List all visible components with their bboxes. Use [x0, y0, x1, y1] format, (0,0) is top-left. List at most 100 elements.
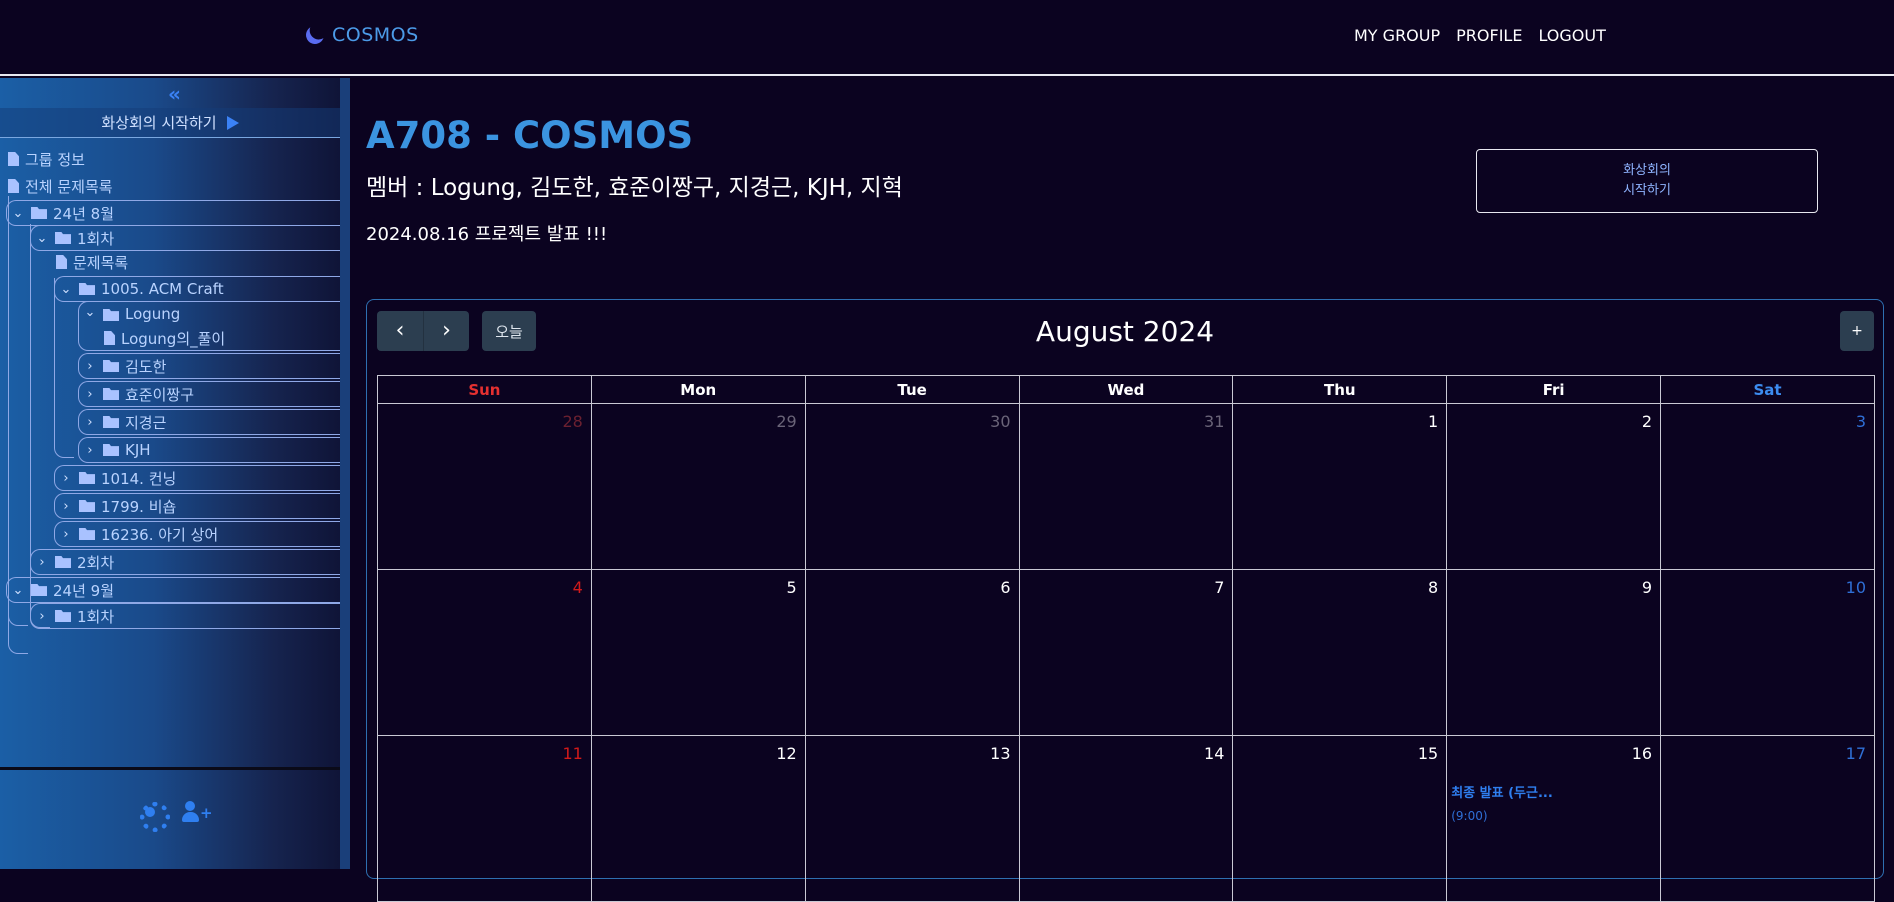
day-number: 3 — [1855, 412, 1866, 431]
start-video-call-label: 화상회의 시작하기 — [101, 114, 217, 132]
calendar-day[interactable]: 5 — [590, 569, 806, 736]
day-number: 31 — [1204, 412, 1225, 431]
start-video-call-button[interactable]: 화상회의 시작하기 — [1476, 149, 1818, 213]
event-time: (9:00) — [1451, 809, 1488, 823]
nav-menu: MY GROUP PROFILE LOGOUT — [1354, 26, 1606, 45]
calendar-day[interactable]: 2 — [1446, 403, 1662, 570]
day-number: 16 — [1631, 744, 1653, 763]
day-number: 7 — [1214, 578, 1225, 597]
calendar-day[interactable]: 11 — [377, 735, 592, 902]
moon-logo-icon — [303, 23, 326, 46]
logo[interactable]: COSMOS — [306, 24, 419, 46]
sidebar-folder-sep[interactable]: ⌄ 24년 9월 — [6, 577, 340, 603]
calendar-day[interactable]: 1 — [1232, 403, 1448, 570]
day-number: 30 — [990, 412, 1011, 431]
calendar-day[interactable]: 30 — [804, 403, 1020, 570]
calendar-day[interactable]: 4 — [377, 569, 592, 736]
sidebar-folder-16236[interactable]: › 16236. 아기 상어 — [54, 521, 340, 547]
sidebar-item-problem-list[interactable]: 문제목록 — [56, 249, 128, 275]
chevron-right-icon: › — [63, 470, 69, 486]
folder-icon — [103, 416, 119, 428]
calendar-day[interactable]: 31 — [1018, 403, 1234, 570]
day-number: 29 — [776, 412, 797, 431]
day-number: 14 — [1204, 744, 1225, 763]
sidebar-edge — [340, 78, 350, 869]
sidebar-folder-round2[interactable]: › 2회차 — [30, 549, 340, 575]
sidebar-folder-sep-round1[interactable]: › 1회차 — [30, 603, 340, 629]
sidebar-folder-1014[interactable]: › 1014. 컨닝 — [54, 465, 340, 491]
calendar-day[interactable]: 13 — [804, 735, 1020, 902]
play-icon — [226, 115, 239, 130]
folder-icon — [55, 610, 71, 622]
sidebar-folder-1799[interactable]: › 1799. 비숍 — [54, 493, 340, 519]
sidebar-start-video-call[interactable]: 화상회의 시작하기 — [0, 108, 340, 138]
chevron-right-icon: › — [87, 442, 93, 458]
calendar-day[interactable]: 9 — [1446, 569, 1662, 736]
weekday-header: Sun — [377, 375, 592, 404]
calendar-day[interactable]: 10 — [1660, 569, 1875, 736]
add-user-icon[interactable]: + — [182, 800, 213, 824]
sidebar-folder-round1[interactable]: ⌄ 1회차 — [30, 225, 340, 251]
day-number: 17 — [1845, 744, 1866, 763]
calendar-day[interactable]: 29 — [590, 403, 806, 570]
calendar-title: August 2024 — [1035, 315, 1215, 348]
calendar-event[interactable]: 최종 발표 (두근... — [1451, 782, 1553, 801]
sidebar: « 화상회의 시작하기 그룹 정보 전체 문제목록 ⌄ 24년 8월 ⌄ 1회차… — [0, 78, 340, 869]
sidebar-folder-aug[interactable]: ⌄ 24년 8월 — [6, 200, 340, 226]
sidebar-folder-hyojun[interactable]: › 효준이짱구 — [78, 381, 340, 407]
sidebar-item-label: 1회차 — [77, 229, 115, 248]
calendar: ‹ › 오늘 August 2024 + Sun Mon Tue Wed Thu… — [366, 299, 1884, 902]
nav-logout[interactable]: LOGOUT — [1538, 26, 1605, 45]
sidebar-folder-kjh[interactable]: › KJH — [78, 437, 340, 463]
calendar-week: 4 5 6 7 8 9 10 — [377, 569, 1875, 736]
sidebar-item-group-info[interactable]: 그룹 정보 — [8, 146, 85, 172]
calendar-day[interactable]: 3 — [1660, 403, 1875, 570]
sidebar-folder-kimdohan[interactable]: › 김도한 — [78, 353, 340, 379]
calendar-day[interactable]: 17 — [1660, 735, 1875, 902]
weekday-header: Thu — [1232, 375, 1448, 404]
calendar-day[interactable]: 8 — [1232, 569, 1448, 736]
folder-icon — [79, 500, 95, 512]
sidebar-item-label: Logung의_풀이 — [121, 329, 226, 348]
calendar-week: 11 12 13 14 15 16 최종 발표 (두근... (9:00) 17 — [377, 735, 1875, 902]
calendar-week: 28 29 30 31 1 2 3 — [377, 403, 1875, 570]
chevron-down-icon: ⌄ — [36, 230, 48, 246]
chevron-down-icon: ⌄ — [12, 582, 24, 598]
nav-my-group[interactable]: MY GROUP — [1354, 26, 1440, 45]
sidebar-item-logung-solution[interactable]: Logung의_풀이 — [104, 325, 225, 351]
folder-icon — [103, 309, 119, 321]
chevron-down-icon: ⌄ — [84, 305, 96, 320]
calendar-day[interactable]: 12 — [590, 735, 806, 902]
chevron-right-icon: › — [87, 414, 93, 430]
chevron-right-icon: › — [63, 498, 69, 514]
weekday-header: Mon — [590, 375, 806, 404]
logo-text: COSMOS — [332, 24, 419, 46]
folder-icon — [79, 283, 95, 295]
folder-icon — [55, 232, 71, 244]
chevron-down-icon: ⌄ — [12, 205, 24, 221]
sidebar-item-label: 16236. 아기 상어 — [101, 525, 219, 544]
folder-icon — [79, 472, 95, 484]
calendar-day[interactable]: 15 — [1232, 735, 1448, 902]
sidebar-item-label: 효준이짱구 — [125, 385, 195, 404]
sidebar-footer: + — [138, 800, 213, 832]
button-line: 화상회의 — [1623, 163, 1671, 178]
calendar-day[interactable]: 16 최종 발표 (두근... (9:00) — [1446, 735, 1662, 902]
folder-icon — [103, 388, 119, 400]
nav-profile[interactable]: PROFILE — [1456, 26, 1522, 45]
sidebar-folder-jigyeonggeun[interactable]: › 지경근 — [78, 409, 340, 435]
calendar-day[interactable]: 28 — [377, 403, 592, 570]
calendar-day[interactable]: 14 — [1018, 735, 1234, 902]
sidebar-folder-1005[interactable]: ⌄ 1005. ACM Craft — [54, 276, 340, 302]
calendar-day[interactable]: 7 — [1018, 569, 1234, 736]
day-number: 2 — [1641, 412, 1653, 431]
file-icon — [8, 152, 19, 166]
calendar-day[interactable]: 6 — [804, 569, 1020, 736]
sidebar-item-label: 1회차 — [77, 607, 115, 626]
page-title: A708 - COSMOS — [366, 114, 694, 157]
chevron-right-icon: › — [63, 526, 69, 542]
collapse-sidebar-icon[interactable]: « — [168, 82, 181, 106]
gear-icon[interactable] — [138, 800, 170, 832]
add-event-button[interactable]: + — [1840, 311, 1874, 351]
sidebar-item-label: 1799. 비숍 — [101, 497, 177, 516]
